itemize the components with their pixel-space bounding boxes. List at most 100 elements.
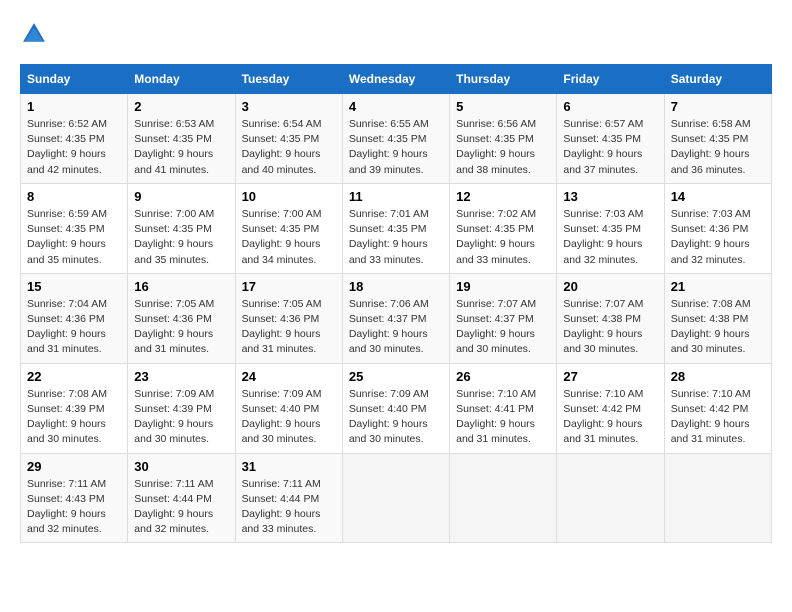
calendar-cell: 23 Sunrise: 7:09 AMSunset: 4:39 PMDayligh…: [128, 363, 235, 453]
day-info: Sunrise: 7:09 AMSunset: 4:40 PMDaylight:…: [349, 387, 443, 448]
day-number: 13: [563, 189, 657, 204]
calendar-cell: 19 Sunrise: 7:07 AMSunset: 4:37 PMDayligh…: [450, 273, 557, 363]
day-number: 4: [349, 99, 443, 114]
logo: [20, 20, 52, 48]
day-number: 29: [27, 459, 121, 474]
day-number: 22: [27, 369, 121, 384]
day-info: Sunrise: 7:09 AMSunset: 4:39 PMDaylight:…: [134, 387, 228, 448]
day-number: 28: [671, 369, 765, 384]
day-number: 3: [242, 99, 336, 114]
day-info: Sunrise: 7:06 AMSunset: 4:37 PMDaylight:…: [349, 297, 443, 358]
day-number: 10: [242, 189, 336, 204]
calendar-cell: 8 Sunrise: 6:59 AMSunset: 4:35 PMDaylight…: [21, 183, 128, 273]
day-number: 24: [242, 369, 336, 384]
calendar-week-3: 15 Sunrise: 7:04 AMSunset: 4:36 PMDayligh…: [21, 273, 772, 363]
calendar-cell: 11 Sunrise: 7:01 AMSunset: 4:35 PMDayligh…: [342, 183, 449, 273]
day-number: 11: [349, 189, 443, 204]
calendar-cell: 29 Sunrise: 7:11 AMSunset: 4:43 PMDayligh…: [21, 453, 128, 543]
day-number: 6: [563, 99, 657, 114]
calendar-cell: 22 Sunrise: 7:08 AMSunset: 4:39 PMDayligh…: [21, 363, 128, 453]
calendar-cell: 30Sunrise: 7:11 AMSunset: 4:44 PMDayligh…: [128, 453, 235, 543]
calendar-cell: 9 Sunrise: 7:00 AMSunset: 4:35 PMDaylight…: [128, 183, 235, 273]
calendar-cell: 26 Sunrise: 7:10 AMSunset: 4:41 PMDayligh…: [450, 363, 557, 453]
day-number: 30: [134, 459, 228, 474]
calendar-cell: [557, 453, 664, 543]
day-info: Sunrise: 7:03 AMSunset: 4:35 PMDaylight:…: [563, 207, 657, 268]
calendar-cell: 13 Sunrise: 7:03 AMSunset: 4:35 PMDayligh…: [557, 183, 664, 273]
calendar-cell: 5 Sunrise: 6:56 AMSunset: 4:35 PMDaylight…: [450, 94, 557, 184]
day-number: 5: [456, 99, 550, 114]
col-header-saturday: Saturday: [664, 65, 771, 94]
day-info: Sunrise: 6:55 AMSunset: 4:35 PMDaylight:…: [349, 117, 443, 178]
day-number: 23: [134, 369, 228, 384]
day-number: 17: [242, 279, 336, 294]
col-header-thursday: Thursday: [450, 65, 557, 94]
calendar-cell: 20Sunrise: 7:07 AMSunset: 4:38 PMDayligh…: [557, 273, 664, 363]
day-number: 25: [349, 369, 443, 384]
col-header-sunday: Sunday: [21, 65, 128, 94]
day-info: Sunrise: 7:11 AMSunset: 4:43 PMDaylight:…: [27, 477, 121, 538]
col-header-wednesday: Wednesday: [342, 65, 449, 94]
calendar-cell: 1 Sunrise: 6:52 AMSunset: 4:35 PMDaylight…: [21, 94, 128, 184]
page-header: [20, 20, 772, 48]
calendar-cell: 3Sunrise: 6:54 AMSunset: 4:35 PMDaylight…: [235, 94, 342, 184]
day-number: 16: [134, 279, 228, 294]
calendar-cell: 6 Sunrise: 6:57 AMSunset: 4:35 PMDaylight…: [557, 94, 664, 184]
day-info: Sunrise: 7:01 AMSunset: 4:35 PMDaylight:…: [349, 207, 443, 268]
calendar-cell: 10Sunrise: 7:00 AMSunset: 4:35 PMDayligh…: [235, 183, 342, 273]
logo-icon: [20, 20, 48, 48]
day-number: 2: [134, 99, 228, 114]
calendar-cell: 14 Sunrise: 7:03 AMSunset: 4:36 PMDayligh…: [664, 183, 771, 273]
day-info: Sunrise: 7:00 AMSunset: 4:35 PMDaylight:…: [134, 207, 228, 268]
calendar-cell: 17 Sunrise: 7:05 AMSunset: 4:36 PMDayligh…: [235, 273, 342, 363]
calendar-cell: [342, 453, 449, 543]
calendar-week-4: 22 Sunrise: 7:08 AMSunset: 4:39 PMDayligh…: [21, 363, 772, 453]
calendar-cell: 7 Sunrise: 6:58 AMSunset: 4:35 PMDaylight…: [664, 94, 771, 184]
col-header-friday: Friday: [557, 65, 664, 94]
day-info: Sunrise: 7:05 AMSunset: 4:36 PMDaylight:…: [242, 297, 336, 358]
calendar-week-1: 1 Sunrise: 6:52 AMSunset: 4:35 PMDaylight…: [21, 94, 772, 184]
day-number: 12: [456, 189, 550, 204]
day-number: 20: [563, 279, 657, 294]
day-number: 27: [563, 369, 657, 384]
day-number: 14: [671, 189, 765, 204]
day-number: 31: [242, 459, 336, 474]
calendar-cell: 2 Sunrise: 6:53 AMSunset: 4:35 PMDaylight…: [128, 94, 235, 184]
calendar-cell: 28 Sunrise: 7:10 AMSunset: 4:42 PMDayligh…: [664, 363, 771, 453]
day-number: 21: [671, 279, 765, 294]
day-number: 7: [671, 99, 765, 114]
day-info: Sunrise: 7:08 AMSunset: 4:38 PMDaylight:…: [671, 297, 765, 358]
day-number: 9: [134, 189, 228, 204]
calendar-week-5: 29 Sunrise: 7:11 AMSunset: 4:43 PMDayligh…: [21, 453, 772, 543]
day-info: Sunrise: 6:57 AMSunset: 4:35 PMDaylight:…: [563, 117, 657, 178]
day-info: Sunrise: 6:56 AMSunset: 4:35 PMDaylight:…: [456, 117, 550, 178]
day-info: Sunrise: 7:10 AMSunset: 4:42 PMDaylight:…: [671, 387, 765, 448]
day-info: Sunrise: 6:52 AMSunset: 4:35 PMDaylight:…: [27, 117, 121, 178]
day-info: Sunrise: 6:58 AMSunset: 4:35 PMDaylight:…: [671, 117, 765, 178]
day-info: Sunrise: 7:04 AMSunset: 4:36 PMDaylight:…: [27, 297, 121, 358]
day-info: Sunrise: 6:59 AMSunset: 4:35 PMDaylight:…: [27, 207, 121, 268]
day-number: 19: [456, 279, 550, 294]
day-info: Sunrise: 7:09 AMSunset: 4:40 PMDaylight:…: [242, 387, 336, 448]
day-number: 1: [27, 99, 121, 114]
calendar-cell: 21 Sunrise: 7:08 AMSunset: 4:38 PMDayligh…: [664, 273, 771, 363]
day-info: Sunrise: 7:02 AMSunset: 4:35 PMDaylight:…: [456, 207, 550, 268]
day-number: 15: [27, 279, 121, 294]
calendar-cell: 25 Sunrise: 7:09 AMSunset: 4:40 PMDayligh…: [342, 363, 449, 453]
calendar-cell: 27Sunrise: 7:10 AMSunset: 4:42 PMDayligh…: [557, 363, 664, 453]
calendar-week-2: 8 Sunrise: 6:59 AMSunset: 4:35 PMDaylight…: [21, 183, 772, 273]
day-info: Sunrise: 7:03 AMSunset: 4:36 PMDaylight:…: [671, 207, 765, 268]
day-info: Sunrise: 7:11 AMSunset: 4:44 PMDaylight:…: [242, 477, 336, 538]
calendar-table: SundayMondayTuesdayWednesdayThursdayFrid…: [20, 64, 772, 543]
day-info: Sunrise: 7:05 AMSunset: 4:36 PMDaylight:…: [134, 297, 228, 358]
day-info: Sunrise: 7:07 AMSunset: 4:37 PMDaylight:…: [456, 297, 550, 358]
col-header-monday: Monday: [128, 65, 235, 94]
day-info: Sunrise: 6:53 AMSunset: 4:35 PMDaylight:…: [134, 117, 228, 178]
day-info: Sunrise: 7:08 AMSunset: 4:39 PMDaylight:…: [27, 387, 121, 448]
col-header-tuesday: Tuesday: [235, 65, 342, 94]
day-number: 26: [456, 369, 550, 384]
day-number: 18: [349, 279, 443, 294]
day-info: Sunrise: 7:10 AMSunset: 4:41 PMDaylight:…: [456, 387, 550, 448]
calendar-cell: 12 Sunrise: 7:02 AMSunset: 4:35 PMDayligh…: [450, 183, 557, 273]
day-number: 8: [27, 189, 121, 204]
